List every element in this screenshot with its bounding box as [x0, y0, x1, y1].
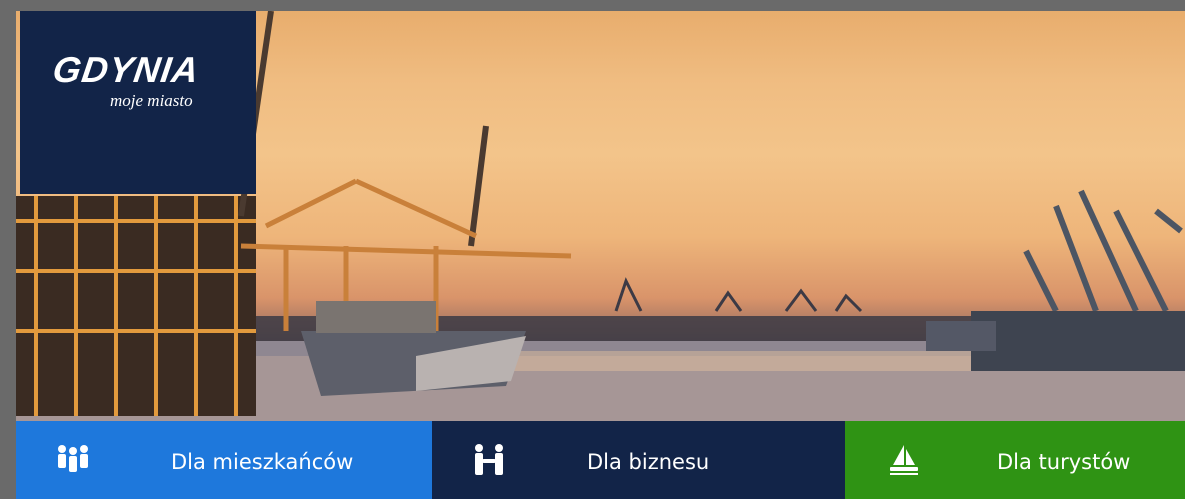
gdynia-logo[interactable]: GDYNIA moje miasto: [20, 11, 256, 194]
nav-business[interactable]: Dla biznesu: [432, 421, 845, 499]
audience-nav: Dla mieszkańców Dla biznesu Dla turystów: [16, 421, 1185, 499]
nav-business-label: Dla biznesu: [587, 450, 710, 474]
handshake-icon: [472, 443, 506, 477]
page-frame: GDYNIA moje miasto Dla mieszkańców Dla b…: [0, 0, 1185, 499]
logo-subtitle: moje miasto: [110, 91, 193, 110]
people-icon: [56, 443, 90, 477]
sailboat-icon: [887, 443, 921, 477]
nav-tourists-label: Dla turystów: [997, 450, 1131, 474]
logo-title: GDYNIA: [50, 49, 202, 90]
nav-residents[interactable]: Dla mieszkańców: [16, 421, 432, 499]
nav-residents-label: Dla mieszkańców: [171, 450, 354, 474]
nav-tourists[interactable]: Dla turystów: [845, 421, 1185, 499]
